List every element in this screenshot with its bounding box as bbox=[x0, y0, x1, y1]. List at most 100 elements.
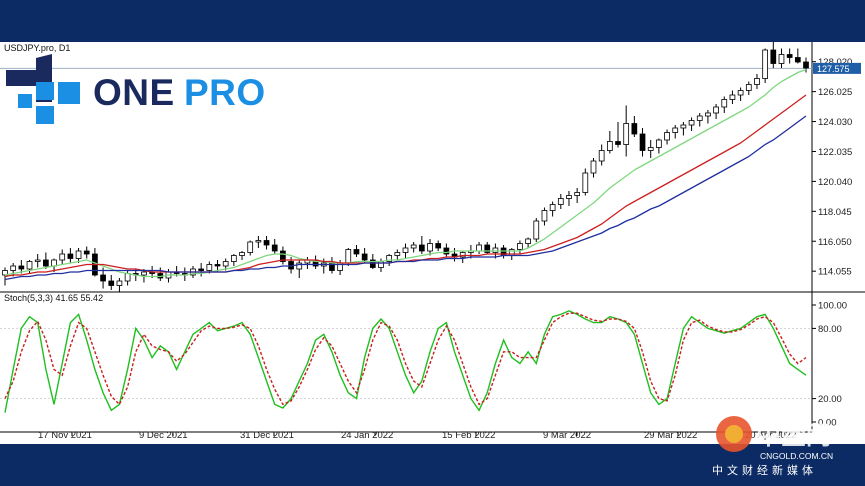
chart-svg: 128.020126.025124.030122.035120.040118.0… bbox=[0, 42, 865, 441]
candle-body bbox=[541, 210, 548, 222]
time-tick-label: 9 Mar 2022 bbox=[543, 430, 591, 441]
chart-panel: 128.020 126.025 124.030 122.035 120.040 118.0… bbox=[0, 42, 865, 444]
candle-body bbox=[263, 240, 270, 246]
stoch-tick-label: 80.00 bbox=[818, 324, 842, 335]
logo-text-pro: PRO bbox=[184, 72, 266, 113]
candle-body bbox=[214, 264, 221, 267]
candle-body bbox=[664, 132, 670, 141]
candle-body bbox=[729, 94, 736, 100]
stoch-tick-label: 100.00 bbox=[818, 301, 847, 312]
candle-body bbox=[713, 106, 719, 114]
candle-body bbox=[582, 172, 589, 193]
candle-body bbox=[754, 78, 760, 85]
candle-body bbox=[574, 192, 580, 196]
candle-body bbox=[656, 139, 662, 148]
price-tick-label: 118.045 bbox=[818, 207, 852, 218]
candle-body bbox=[770, 49, 777, 64]
candle-body bbox=[116, 280, 123, 286]
logo-mark-icon bbox=[6, 54, 80, 124]
candle-body bbox=[108, 280, 115, 286]
candle-body bbox=[672, 127, 679, 133]
candle-body bbox=[410, 244, 417, 249]
price-tick-label: 120.040 bbox=[818, 177, 852, 188]
candle-body bbox=[639, 133, 646, 151]
candle-body bbox=[10, 265, 17, 271]
candle-body bbox=[476, 244, 482, 252]
candle-body bbox=[566, 195, 572, 199]
time-tick-label: 31 Dec 2021 bbox=[240, 430, 294, 441]
candle-body bbox=[533, 220, 540, 240]
candle-body bbox=[705, 112, 711, 117]
candle-body bbox=[239, 252, 245, 256]
candle-body bbox=[26, 261, 33, 270]
stoch-main-line bbox=[4, 310, 807, 413]
stoch-signal-line bbox=[4, 312, 807, 406]
candle-body bbox=[647, 147, 654, 151]
candle-body bbox=[762, 49, 768, 79]
candle-body bbox=[361, 253, 368, 261]
candle-body bbox=[43, 259, 49, 267]
candle-body bbox=[525, 238, 531, 244]
candle-body bbox=[803, 61, 809, 69]
stoch-label: Stoch(5,3,3) 41.65 55.42 bbox=[4, 293, 103, 303]
price-ticks: 128.020126.025124.030122.035120.040118.0… bbox=[812, 57, 852, 278]
candle-body bbox=[688, 120, 695, 126]
candle-body bbox=[492, 247, 499, 253]
price-tick-label: 116.050 bbox=[818, 237, 852, 248]
candle-body bbox=[247, 241, 254, 253]
candle-body bbox=[598, 150, 605, 162]
candle-body bbox=[67, 253, 74, 259]
candle-body bbox=[590, 160, 597, 174]
candle-body bbox=[345, 249, 352, 264]
candle-body bbox=[394, 252, 401, 256]
candle-body bbox=[623, 123, 630, 145]
candle-body bbox=[75, 250, 82, 259]
current-price-value: 127.575 bbox=[817, 64, 850, 74]
time-tick-label: 24 Jan 2022 bbox=[341, 430, 393, 441]
candle-body bbox=[271, 244, 278, 252]
candle-body bbox=[549, 204, 556, 211]
candle-body bbox=[696, 115, 703, 121]
symbol-label: USDJPY.pro, D1 bbox=[4, 43, 70, 53]
candle-body bbox=[794, 57, 801, 63]
candle-body bbox=[517, 243, 523, 250]
time-tick-label: 20 Apr 2022 bbox=[745, 430, 796, 441]
candle-body bbox=[402, 247, 409, 253]
candle-body bbox=[615, 141, 621, 145]
time-tick-label: 29 Mar 2022 bbox=[644, 430, 697, 441]
time-tick-label: 9 Dec 2021 bbox=[139, 430, 188, 441]
candle-body bbox=[631, 123, 638, 135]
stoch-tick-label: 0.00 bbox=[818, 418, 837, 429]
candle-body bbox=[124, 273, 131, 282]
candle-body bbox=[83, 250, 90, 255]
candle-body bbox=[721, 99, 728, 108]
stochastic-lines-group bbox=[0, 310, 812, 413]
candle-body bbox=[198, 268, 205, 271]
candle-body bbox=[435, 243, 442, 249]
time-tick-label: 17 Nov 2021 bbox=[38, 430, 92, 441]
candle-body bbox=[786, 54, 793, 58]
time-tick-label: 15 Feb 2022 bbox=[442, 430, 495, 441]
candle-body bbox=[141, 271, 147, 276]
candle-body bbox=[206, 264, 213, 271]
candle-body bbox=[737, 90, 744, 96]
price-tick-label: 122.035 bbox=[818, 147, 852, 158]
stoch-ticks: 100.00 80.00 20.00 0.00 bbox=[812, 301, 847, 429]
candle-body bbox=[745, 84, 752, 91]
onepro-logo: ONE PRO bbox=[6, 54, 266, 124]
candle-body bbox=[100, 274, 106, 282]
candle-body bbox=[59, 253, 66, 261]
candle-body bbox=[231, 255, 237, 262]
logo-text-one: ONE bbox=[93, 72, 175, 113]
candle-body bbox=[255, 240, 262, 243]
candle-body bbox=[680, 124, 687, 129]
price-tick-label: 126.025 bbox=[818, 87, 852, 98]
candle-body bbox=[606, 141, 613, 151]
price-tick-label: 124.030 bbox=[818, 117, 852, 128]
price-tick-label: 114.055 bbox=[818, 267, 852, 278]
candle-body bbox=[34, 259, 41, 262]
bottom-band bbox=[0, 444, 865, 486]
candle-body bbox=[418, 244, 425, 252]
candle-body bbox=[353, 249, 360, 255]
candle-body bbox=[18, 265, 25, 270]
